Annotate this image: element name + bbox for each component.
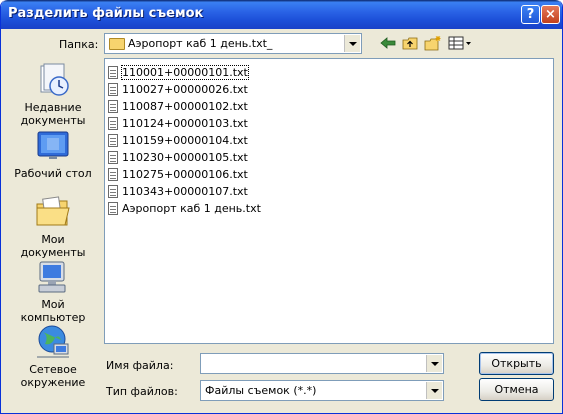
file-name: 110124+00000103.txt: [122, 116, 248, 130]
folder-icon: [109, 38, 125, 50]
text-file-icon: [108, 133, 118, 147]
view-menu-icon: [448, 36, 471, 50]
file-name: 110230+00000105.txt: [122, 150, 248, 164]
new-folder-icon: [424, 36, 441, 51]
save-dialog: Разделить файлы съемок ? × Папка: Аэропо…: [0, 0, 563, 414]
desktop-icon: [35, 128, 71, 164]
open-button[interactable]: Открыть: [479, 352, 554, 375]
place-label: Мой компьютер: [20, 298, 86, 324]
filetype-select[interactable]: Файлы съемок (*.*): [200, 380, 444, 401]
list-item[interactable]: 110343+00000107.txt: [108, 183, 248, 199]
help-button[interactable]: ?: [521, 5, 540, 24]
back-arrow-icon: [380, 37, 396, 49]
up-folder-icon: [402, 37, 417, 49]
close-button[interactable]: ×: [541, 5, 560, 24]
list-item[interactable]: 110230+00000105.txt: [108, 149, 248, 165]
text-file-icon: [108, 150, 118, 164]
title-bar[interactable]: Разделить файлы съемок ? ×: [1, 0, 562, 29]
text-file-icon: [108, 82, 118, 96]
filename-label: Имя файла:: [106, 359, 174, 372]
file-name: 110027+00000026.txt: [122, 82, 248, 96]
my-documents-icon: [35, 194, 71, 230]
place-label: Недавние документы: [20, 101, 86, 127]
window-title: Разделить файлы съемок: [8, 6, 204, 21]
file-name: 110087+00000102.txt: [122, 99, 248, 113]
recent-documents-icon: [35, 62, 71, 98]
list-item[interactable]: Аэропорт каб 1 день.txt: [108, 200, 261, 216]
list-item[interactable]: 110159+00000104.txt: [108, 132, 248, 148]
filetype-label: Тип файлов:: [106, 385, 178, 398]
lookin-combo[interactable]: Аэропорт каб 1 день.txt_: [104, 33, 362, 54]
list-item[interactable]: 110027+00000026.txt: [108, 81, 248, 97]
network-icon: [35, 324, 71, 360]
file-name: Аэропорт каб 1 день.txt: [122, 201, 261, 215]
chevron-down-icon[interactable]: [344, 35, 360, 52]
place-label: Рабочий стол: [14, 167, 92, 180]
file-list[interactable]: 110001+00000101.txt 110027+00000026.txt …: [104, 58, 554, 344]
file-name: 110159+00000104.txt: [122, 133, 248, 147]
back-button[interactable]: [378, 34, 398, 52]
place-label: Сетевое окружение: [20, 363, 86, 389]
place-label: Мои документы: [20, 233, 86, 259]
list-item[interactable]: 110275+00000106.txt: [108, 166, 248, 182]
filename-field[interactable]: [200, 353, 444, 374]
chevron-down-icon[interactable]: [426, 382, 442, 399]
place-network[interactable]: Сетевое окружение: [9, 324, 97, 389]
place-my-documents[interactable]: Мои документы: [9, 194, 97, 259]
view-menu-button[interactable]: [447, 34, 473, 52]
text-file-icon: [108, 184, 118, 198]
list-item[interactable]: 110124+00000103.txt: [108, 115, 248, 131]
file-name: 110343+00000107.txt: [122, 184, 248, 198]
place-desktop[interactable]: Рабочий стол: [9, 128, 97, 180]
lookin-label: Папка:: [59, 38, 99, 51]
text-file-icon: [108, 99, 118, 113]
text-file-icon: [108, 65, 118, 79]
new-folder-button[interactable]: [423, 34, 443, 52]
file-name: 110275+00000106.txt: [122, 167, 248, 181]
place-recent[interactable]: Недавние документы: [9, 62, 97, 127]
chevron-down-icon[interactable]: [426, 355, 442, 372]
list-item[interactable]: 110001+00000101.txt: [108, 64, 249, 80]
list-item[interactable]: 110087+00000102.txt: [108, 98, 248, 114]
places-bar: Недавние документы Рабочий стол Мои доку…: [9, 58, 97, 389]
text-file-icon: [108, 201, 118, 215]
cancel-button[interactable]: Отмена: [479, 378, 554, 401]
text-file-icon: [108, 167, 118, 181]
up-folder-button[interactable]: [400, 34, 420, 52]
text-file-icon: [108, 116, 118, 130]
place-my-computer[interactable]: Мой компьютер: [9, 259, 97, 324]
my-computer-icon: [35, 259, 71, 295]
filetype-value: Файлы съемок (*.*): [205, 384, 317, 397]
file-name: 110001+00000101.txt: [121, 64, 249, 80]
lookin-value: Аэропорт каб 1 день.txt_: [128, 37, 273, 50]
